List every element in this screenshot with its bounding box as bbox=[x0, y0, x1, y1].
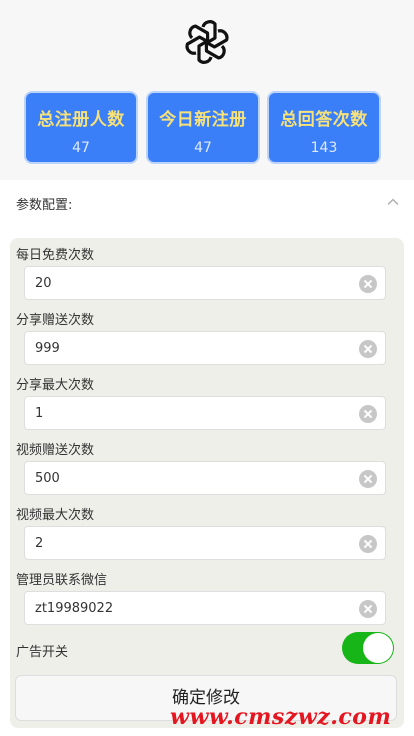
video-max-input[interactable]: 2 bbox=[24, 526, 386, 560]
stat-title: 今日新注册 bbox=[159, 110, 247, 130]
field-label-admin-wechat: 管理员联系微信 bbox=[16, 573, 108, 588]
toggle-knob bbox=[363, 633, 393, 663]
field-value: 2 bbox=[35, 536, 44, 551]
stat-card-today-registered: 今日新注册 47 bbox=[146, 91, 260, 164]
clear-icon[interactable] bbox=[359, 600, 377, 618]
clear-icon[interactable] bbox=[359, 535, 377, 553]
header-area: 总注册人数 47 今日新注册 47 总回答次数 143 bbox=[0, 0, 414, 180]
stats-row: 总注册人数 47 今日新注册 47 总回答次数 143 bbox=[24, 91, 384, 166]
field-label-video-bonus: 视频赠送次数 bbox=[16, 443, 95, 458]
stat-card-total-answers: 总回答次数 143 bbox=[267, 91, 381, 164]
stat-title: 总回答次数 bbox=[280, 110, 368, 130]
ad-switch-label: 广告开关 bbox=[16, 645, 69, 660]
stat-value: 47 bbox=[72, 140, 90, 156]
config-collapse-header[interactable]: 参数配置: bbox=[0, 182, 414, 222]
ad-switch-toggle[interactable] bbox=[342, 632, 394, 664]
field-value: 1 bbox=[35, 406, 44, 421]
share-max-input[interactable]: 1 bbox=[24, 396, 386, 430]
config-panel: 每日免费次数 20 分享赠送次数 999 分享最大次数 1 视频赠送次数 500… bbox=[10, 238, 404, 728]
stat-value: 47 bbox=[194, 140, 212, 156]
video-bonus-input[interactable]: 500 bbox=[24, 461, 386, 495]
field-label-daily-free: 每日免费次数 bbox=[16, 248, 95, 263]
config-title: 参数配置: bbox=[16, 198, 73, 213]
field-value: 999 bbox=[35, 341, 60, 356]
field-label-share-max: 分享最大次数 bbox=[16, 378, 95, 393]
share-bonus-input[interactable]: 999 bbox=[24, 331, 386, 365]
stat-card-total-registered: 总注册人数 47 bbox=[24, 91, 138, 164]
field-value: 500 bbox=[35, 471, 60, 486]
clear-icon[interactable] bbox=[359, 340, 377, 358]
clear-icon[interactable] bbox=[359, 470, 377, 488]
openai-logo-icon bbox=[185, 20, 229, 64]
field-value: 20 bbox=[35, 276, 52, 291]
chevron-up-icon[interactable] bbox=[386, 195, 400, 209]
clear-icon[interactable] bbox=[359, 275, 377, 293]
daily-free-input[interactable]: 20 bbox=[24, 266, 386, 300]
watermark: www.cmszwz.com bbox=[170, 704, 392, 730]
field-value: zt19989022 bbox=[35, 601, 114, 616]
stat-title: 总注册人数 bbox=[37, 110, 125, 130]
field-label-share-bonus: 分享赠送次数 bbox=[16, 313, 95, 328]
stat-value: 143 bbox=[310, 140, 338, 156]
field-label-video-max: 视频最大次数 bbox=[16, 508, 95, 523]
clear-icon[interactable] bbox=[359, 405, 377, 423]
admin-wechat-input[interactable]: zt19989022 bbox=[24, 591, 386, 625]
